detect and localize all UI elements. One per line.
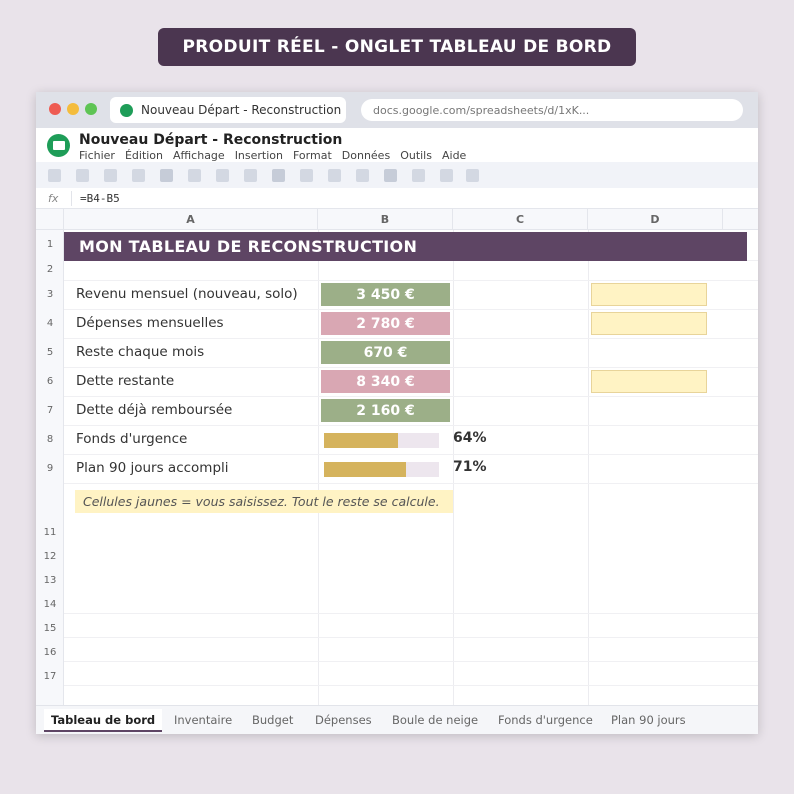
label-revenu[interactable]: Revenu mensuel (nouveau, solo): [76, 286, 298, 302]
row-header[interactable]: 11: [36, 527, 64, 538]
formula-input[interactable]: =B4-B5: [80, 192, 120, 205]
row-header[interactable]: 1: [36, 239, 64, 250]
progress-plan-90: [324, 462, 439, 477]
toolbar-button-icon[interactable]: [216, 169, 229, 182]
row-header[interactable]: 14: [36, 599, 64, 610]
row-header[interactable]: 16: [36, 647, 64, 658]
browser-tab[interactable]: Nouveau Départ - Reconstruction: [110, 97, 346, 123]
label-fonds-urgence[interactable]: Fonds d'urgence: [76, 431, 187, 447]
value-dette-remboursee[interactable]: 2 160 €: [321, 399, 450, 422]
toolbar-button-icon[interactable]: [384, 169, 397, 182]
toolbar-button-icon[interactable]: [300, 169, 313, 182]
progress-fonds-urgence: [324, 433, 439, 448]
spreadsheet-grid: A B C D 1 2 3 4 5 6 7 8 9 11 12 13 14 15…: [36, 209, 758, 705]
sheet-tab-inventaire[interactable]: Inventaire: [174, 713, 232, 727]
column-header-c[interactable]: C: [453, 209, 588, 230]
close-window-icon[interactable]: [49, 103, 61, 115]
row-header[interactable]: 17: [36, 671, 64, 682]
input-cell[interactable]: [591, 370, 707, 393]
sheet-tab-boule-de-neige[interactable]: Boule de neige: [392, 713, 478, 727]
toolbar-button-icon[interactable]: [328, 169, 341, 182]
formula-bar: fx =B4-B5: [36, 188, 758, 209]
minimize-window-icon[interactable]: [67, 103, 79, 115]
value-dette-restante[interactable]: 8 340 €: [321, 370, 450, 393]
toolbar-button-icon[interactable]: [160, 169, 173, 182]
progress-fill: [324, 462, 406, 477]
value-reste[interactable]: 670 €: [321, 341, 450, 364]
instruction-note[interactable]: Cellules jaunes = vous saisissez. Tout l…: [75, 490, 453, 513]
toolbar-button-icon[interactable]: [440, 169, 453, 182]
column-header-row: A B C D: [36, 209, 758, 230]
menu-affichage[interactable]: Affichage: [173, 149, 225, 162]
sheet-tab-tableau-de-bord[interactable]: Tableau de bord: [44, 709, 163, 732]
progress-fill: [324, 433, 398, 448]
toolbar-button-icon[interactable]: [412, 169, 425, 182]
product-banner: PRODUIT RÉEL - ONGLET TABLEAU DE BORD: [158, 28, 636, 66]
sheet-tab-fonds-urgence[interactable]: Fonds d'urgence: [498, 713, 593, 727]
menu-format[interactable]: Format: [293, 149, 332, 162]
row-header[interactable]: 12: [36, 551, 64, 562]
sheet-tab-depenses[interactable]: Dépenses: [315, 713, 372, 727]
label-depenses[interactable]: Dépenses mensuelles: [76, 315, 224, 331]
toolbar: [36, 162, 758, 188]
toolbar-button-icon[interactable]: [188, 169, 201, 182]
label-dette-restante[interactable]: Dette restante: [76, 373, 174, 389]
label-plan-90[interactable]: Plan 90 jours accompli: [76, 460, 229, 476]
sheets-header: Nouveau Départ - Reconstruction Fichier …: [36, 128, 758, 162]
row-header[interactable]: 5: [36, 347, 64, 358]
menu-outils[interactable]: Outils: [400, 149, 432, 162]
column-header-b[interactable]: B: [318, 209, 453, 230]
fx-icon: fx: [48, 192, 59, 205]
toolbar-button-icon[interactable]: [132, 169, 145, 182]
percent-plan-90[interactable]: 71%: [453, 459, 487, 475]
browser-tab-title: Nouveau Départ - Reconstruction: [141, 103, 342, 117]
document-title[interactable]: Nouveau Départ - Reconstruction: [79, 132, 342, 148]
sheets-logo-icon[interactable]: [47, 134, 70, 157]
percent-fonds-urgence[interactable]: 64%: [453, 430, 487, 446]
row-header[interactable]: 15: [36, 623, 64, 634]
address-bar[interactable]: docs.google.com/spreadsheets/d/1xK...: [361, 99, 743, 121]
toolbar-button-icon[interactable]: [272, 169, 285, 182]
toolbar-button-icon[interactable]: [76, 169, 89, 182]
toolbar-button-icon[interactable]: [104, 169, 117, 182]
toolbar-button-icon[interactable]: [356, 169, 369, 182]
input-cell[interactable]: [591, 283, 707, 306]
row-header[interactable]: 4: [36, 318, 64, 329]
menu-fichier[interactable]: Fichier: [79, 149, 115, 162]
row-header[interactable]: 3: [36, 289, 64, 300]
value-depenses[interactable]: 2 780 €: [321, 312, 450, 335]
maximize-window-icon[interactable]: [85, 103, 97, 115]
value-revenu[interactable]: 3 450 €: [321, 283, 450, 306]
column-header-a[interactable]: A: [64, 209, 318, 230]
column-header-d[interactable]: D: [588, 209, 723, 230]
row-header[interactable]: 7: [36, 405, 64, 416]
row-header[interactable]: 13: [36, 575, 64, 586]
url-text: docs.google.com/spreadsheets/d/1xK...: [373, 103, 590, 117]
sheets-favicon-icon: [120, 103, 133, 117]
menu-bar: Fichier Édition Affichage Insertion Form…: [79, 149, 476, 162]
sheet-tab-budget[interactable]: Budget: [252, 713, 293, 727]
browser-chrome: Nouveau Départ - Reconstruction docs.goo…: [36, 92, 758, 128]
menu-aide[interactable]: Aide: [442, 149, 466, 162]
row-header[interactable]: 9: [36, 463, 64, 474]
label-dette-remboursee[interactable]: Dette déjà remboursée: [76, 402, 232, 418]
toolbar-button-icon[interactable]: [48, 169, 61, 182]
label-reste[interactable]: Reste chaque mois: [76, 344, 204, 360]
select-all-corner[interactable]: [36, 209, 64, 230]
toolbar-button-icon[interactable]: [466, 169, 479, 182]
dashboard-title[interactable]: MON TABLEAU DE RECONSTRUCTION: [64, 232, 747, 261]
sheet-tabs-bar: Tableau de bord Inventaire Budget Dépens…: [36, 705, 758, 734]
sheet-tab-plan-90-jours[interactable]: Plan 90 jours: [611, 713, 686, 727]
browser-window: Nouveau Départ - Reconstruction docs.goo…: [36, 92, 758, 734]
menu-insertion[interactable]: Insertion: [235, 149, 283, 162]
toolbar-button-icon[interactable]: [244, 169, 257, 182]
row-header[interactable]: 2: [36, 264, 64, 275]
menu-edition[interactable]: Édition: [125, 149, 163, 162]
menu-donnees[interactable]: Données: [342, 149, 390, 162]
row-header[interactable]: 8: [36, 434, 64, 445]
row-header[interactable]: 6: [36, 376, 64, 387]
input-cell[interactable]: [591, 312, 707, 335]
